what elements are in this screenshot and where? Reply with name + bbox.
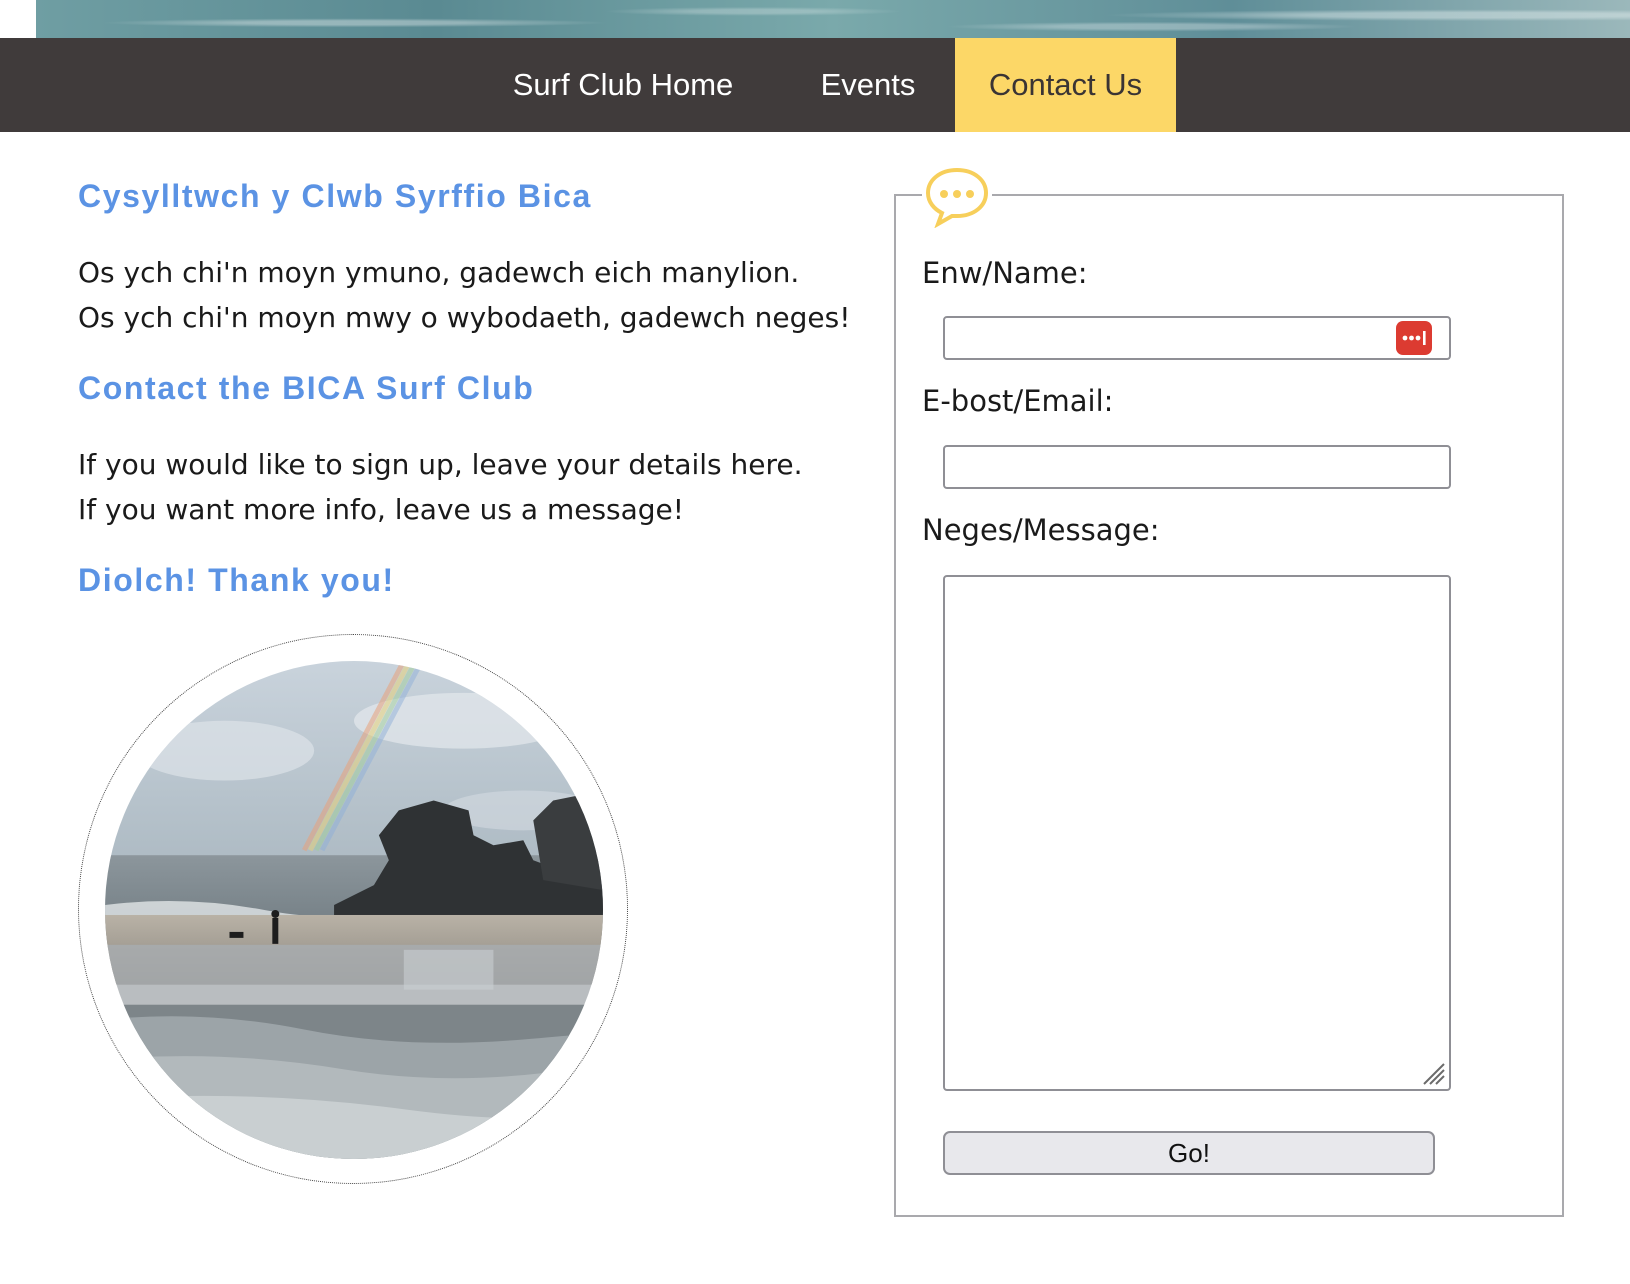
password-manager-icon[interactable] bbox=[1396, 321, 1432, 355]
welsh-line-1: Os ych chi'n moyn ymuno, gadewch eich ma… bbox=[78, 256, 800, 289]
welsh-paragraph: Os ych chi'n moyn ymuno, gadewch eich ma… bbox=[78, 250, 850, 340]
main-nav: Surf Club Home Events Contact Us bbox=[0, 38, 1630, 132]
message-textarea[interactable] bbox=[943, 575, 1451, 1091]
submit-button[interactable]: Go! bbox=[943, 1131, 1435, 1175]
header-banner-image bbox=[36, 0, 1630, 38]
nav-item-events[interactable]: Events bbox=[790, 38, 946, 132]
english-line-2: If you want more info, leave us a messag… bbox=[78, 493, 685, 526]
name-label: Enw/Name: bbox=[922, 256, 1088, 290]
chat-bubble-icon bbox=[922, 164, 992, 228]
resize-grip-icon[interactable] bbox=[1420, 1060, 1446, 1086]
name-input[interactable] bbox=[943, 316, 1451, 360]
thanks-heading: Diolch! Thank you! bbox=[78, 562, 395, 598]
beach-rainbow-photo bbox=[105, 661, 603, 1159]
english-line-1: If you would like to sign up, leave your… bbox=[78, 448, 803, 481]
message-label: Neges/Message: bbox=[922, 513, 1160, 547]
english-heading: Contact the BICA Surf Club bbox=[78, 370, 535, 406]
nav-item-contact-us[interactable]: Contact Us bbox=[955, 38, 1176, 132]
welsh-heading: Cysylltwch y Clwb Syrffio Bica bbox=[78, 178, 592, 214]
nav-item-surf-club-home[interactable]: Surf Club Home bbox=[500, 38, 746, 132]
photo-frame bbox=[78, 634, 628, 1184]
welsh-line-2: Os ych chi'n moyn mwy o wybodaeth, gadew… bbox=[78, 301, 851, 334]
email-label: E-bost/Email: bbox=[922, 384, 1114, 418]
english-paragraph: If you would like to sign up, leave your… bbox=[78, 442, 803, 532]
email-input[interactable] bbox=[943, 445, 1451, 489]
